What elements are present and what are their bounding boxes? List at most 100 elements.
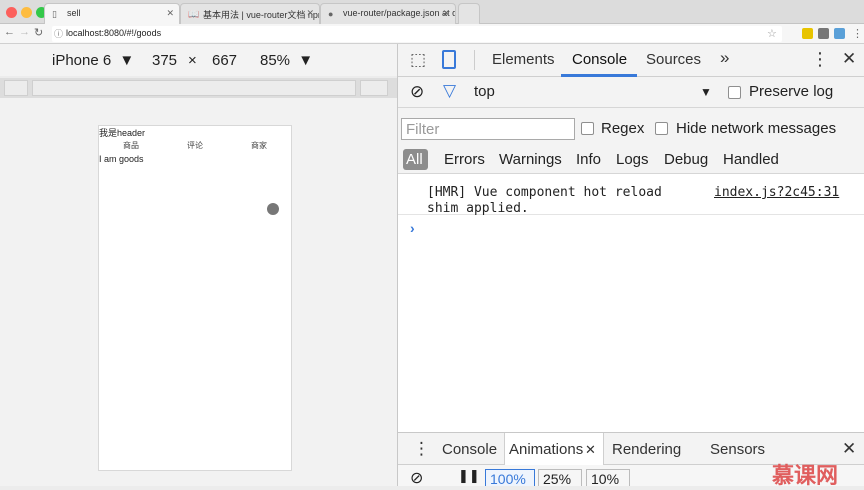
devtools-panel: ⬚ Elements Console Sources » ⋮ ✕ ⊘ ▽ top… (397, 44, 864, 488)
level-handled[interactable]: Handled (723, 151, 779, 168)
browser-tab-sell[interactable]: ▯ sell ✕ (44, 3, 180, 24)
filter-input[interactable]: Filter (401, 118, 575, 140)
url-text: localhost:8080/#!/goods (66, 28, 162, 38)
reload-icon[interactable]: ↻ (34, 26, 43, 39)
caret-down-icon: ▼ (298, 52, 314, 69)
close-icon[interactable]: ✕ (306, 8, 314, 19)
media-query-segment[interactable] (360, 80, 388, 96)
level-warnings[interactable]: Warnings (499, 151, 562, 168)
app-header: 我是header (99, 128, 146, 138)
star-icon[interactable]: ☆ (767, 27, 777, 40)
hide-network-checkbox[interactable] (655, 122, 668, 135)
browser-tab-vue-router-docs[interactable]: 📖 基本用法 | vue-router文档 npm ✕ (180, 3, 320, 24)
message-text-line1: [HMR] Vue component hot reload (427, 185, 662, 200)
clear-console-icon[interactable]: ⊘ (410, 82, 424, 102)
zoom-value: 85% (260, 52, 291, 69)
close-icon[interactable]: ✕ (842, 49, 856, 69)
close-drawer-icon[interactable]: ✕ (842, 439, 856, 459)
tab-console[interactable]: Console (572, 51, 627, 68)
tab-seller[interactable]: 商家 (251, 140, 267, 151)
viewport-height[interactable]: 667 (212, 52, 237, 69)
page-icon: ▯ (52, 9, 57, 19)
forward-arrow-icon[interactable]: → (19, 26, 30, 38)
drawer-tab-rendering[interactable]: Rendering (612, 441, 681, 458)
more-tabs-icon[interactable]: » (720, 48, 729, 68)
console-context-bar: ⊘ ▽ top ▼ Preserve log (398, 77, 864, 108)
device-toggle-icon[interactable] (442, 50, 456, 69)
drawer-tab-label: Animations (509, 441, 584, 458)
level-all[interactable]: All (403, 149, 428, 170)
tab-title: vue-router/package.json at de (343, 8, 456, 18)
message-text-line2: shim applied. (427, 201, 529, 216)
tab-ratings[interactable]: 评论 (187, 140, 203, 151)
drawer-menu-icon[interactable]: ⋮ (413, 439, 430, 459)
caret-down-icon[interactable]: ▼ (700, 85, 712, 99)
device-select[interactable]: iPhone 6 ▼ (52, 52, 134, 69)
menu-icon[interactable]: ⋮ (852, 27, 863, 40)
info-icon[interactable]: ⓘ (54, 27, 63, 40)
level-debug[interactable]: Debug (664, 151, 708, 168)
level-errors[interactable]: Errors (444, 151, 485, 168)
close-icon[interactable]: ✕ (166, 8, 174, 19)
divider (474, 50, 475, 70)
speed-25[interactable]: 25% (538, 469, 582, 487)
filter-icon[interactable]: ▽ (443, 81, 456, 101)
tab-elements[interactable]: Elements (492, 51, 555, 68)
watermark-logo: 慕课网 (772, 463, 839, 488)
device-screen: 我是header 商品 评论 商家 I am goods (98, 125, 292, 471)
filter-placeholder: Filter (406, 121, 440, 138)
touch-cursor (267, 203, 279, 215)
speed-10[interactable]: 10% (586, 469, 630, 487)
extension-icon[interactable] (834, 28, 845, 39)
media-query-bar (0, 78, 397, 98)
preserve-log-label: Preserve log (749, 83, 834, 100)
tab-sources[interactable]: Sources (646, 51, 701, 68)
extension-icon[interactable] (802, 28, 813, 39)
back-arrow-icon[interactable]: ← (4, 26, 15, 38)
tab-goods[interactable]: 商品 (123, 140, 139, 151)
viewport-width[interactable]: 375 (152, 52, 177, 69)
drawer-tab-sensors[interactable]: Sensors (710, 441, 765, 458)
level-info[interactable]: Info (576, 151, 601, 168)
hide-network-label: Hide network messages (676, 120, 837, 137)
minimize-window-button[interactable] (21, 7, 32, 18)
inspect-element-icon[interactable]: ⬚ (410, 50, 426, 70)
kebab-menu-icon[interactable]: ⋮ (811, 49, 829, 70)
speed-100[interactable]: 100% (485, 469, 535, 487)
caret-down-icon: ▼ (119, 52, 135, 69)
pause-icon[interactable]: ❚❚ (458, 468, 480, 484)
console-message: [HMR] Vue component hot reload shim appl… (398, 176, 864, 216)
context-select[interactable]: top (474, 83, 495, 100)
media-query-segment[interactable] (32, 80, 356, 96)
drawer-tab-animations[interactable]: Animations ✕ (504, 433, 604, 465)
new-tab-button[interactable] (458, 3, 480, 24)
device-toolbar: iPhone 6 ▼ 375 × 667 85% ▼ (0, 44, 397, 76)
browser-toolbar: ← → ↻ ⓘ localhost:8080/#!/goods ☆ ⋮ (0, 24, 864, 44)
close-icon[interactable]: ✕ (442, 8, 450, 19)
zoom-select[interactable]: 85% ▼ (260, 52, 313, 69)
devtools-tab-bar: ⬚ Elements Console Sources » ⋮ ✕ (398, 44, 864, 77)
browser-tab-strip: ▯ sell ✕ 📖 基本用法 | vue-router文档 npm ✕ ● v… (0, 0, 864, 24)
device-name: iPhone 6 (52, 52, 112, 69)
console-prompt-icon[interactable]: › (410, 220, 415, 236)
message-source-link[interactable]: index.js?2c45:31 (714, 185, 839, 200)
close-window-button[interactable] (6, 7, 17, 18)
book-icon: 📖 (188, 9, 200, 19)
drawer-tab-console[interactable]: Console (442, 441, 497, 458)
page-content: I am goods (99, 154, 144, 164)
tab-title: sell (67, 8, 81, 18)
media-query-segment[interactable] (4, 80, 28, 96)
preserve-log-checkbox[interactable] (728, 86, 741, 99)
level-logs[interactable]: Logs (616, 151, 649, 168)
extension-icon[interactable] (818, 28, 829, 39)
tab-title: 基本用法 | vue-router文档 npm (203, 10, 320, 20)
regex-label: Regex (601, 120, 645, 137)
address-bar[interactable]: ⓘ localhost:8080/#!/goods (52, 26, 782, 42)
dimension-separator: × (188, 52, 197, 69)
github-icon: ● (328, 9, 334, 19)
clear-animations-icon[interactable]: ⊘ (410, 468, 423, 488)
console-filter-bar: Filter Regex Hide network messages All E… (398, 108, 864, 174)
close-icon[interactable]: ✕ (585, 442, 596, 458)
browser-tab-github[interactable]: ● vue-router/package.json at de ✕ (320, 3, 456, 24)
regex-checkbox[interactable] (581, 122, 594, 135)
